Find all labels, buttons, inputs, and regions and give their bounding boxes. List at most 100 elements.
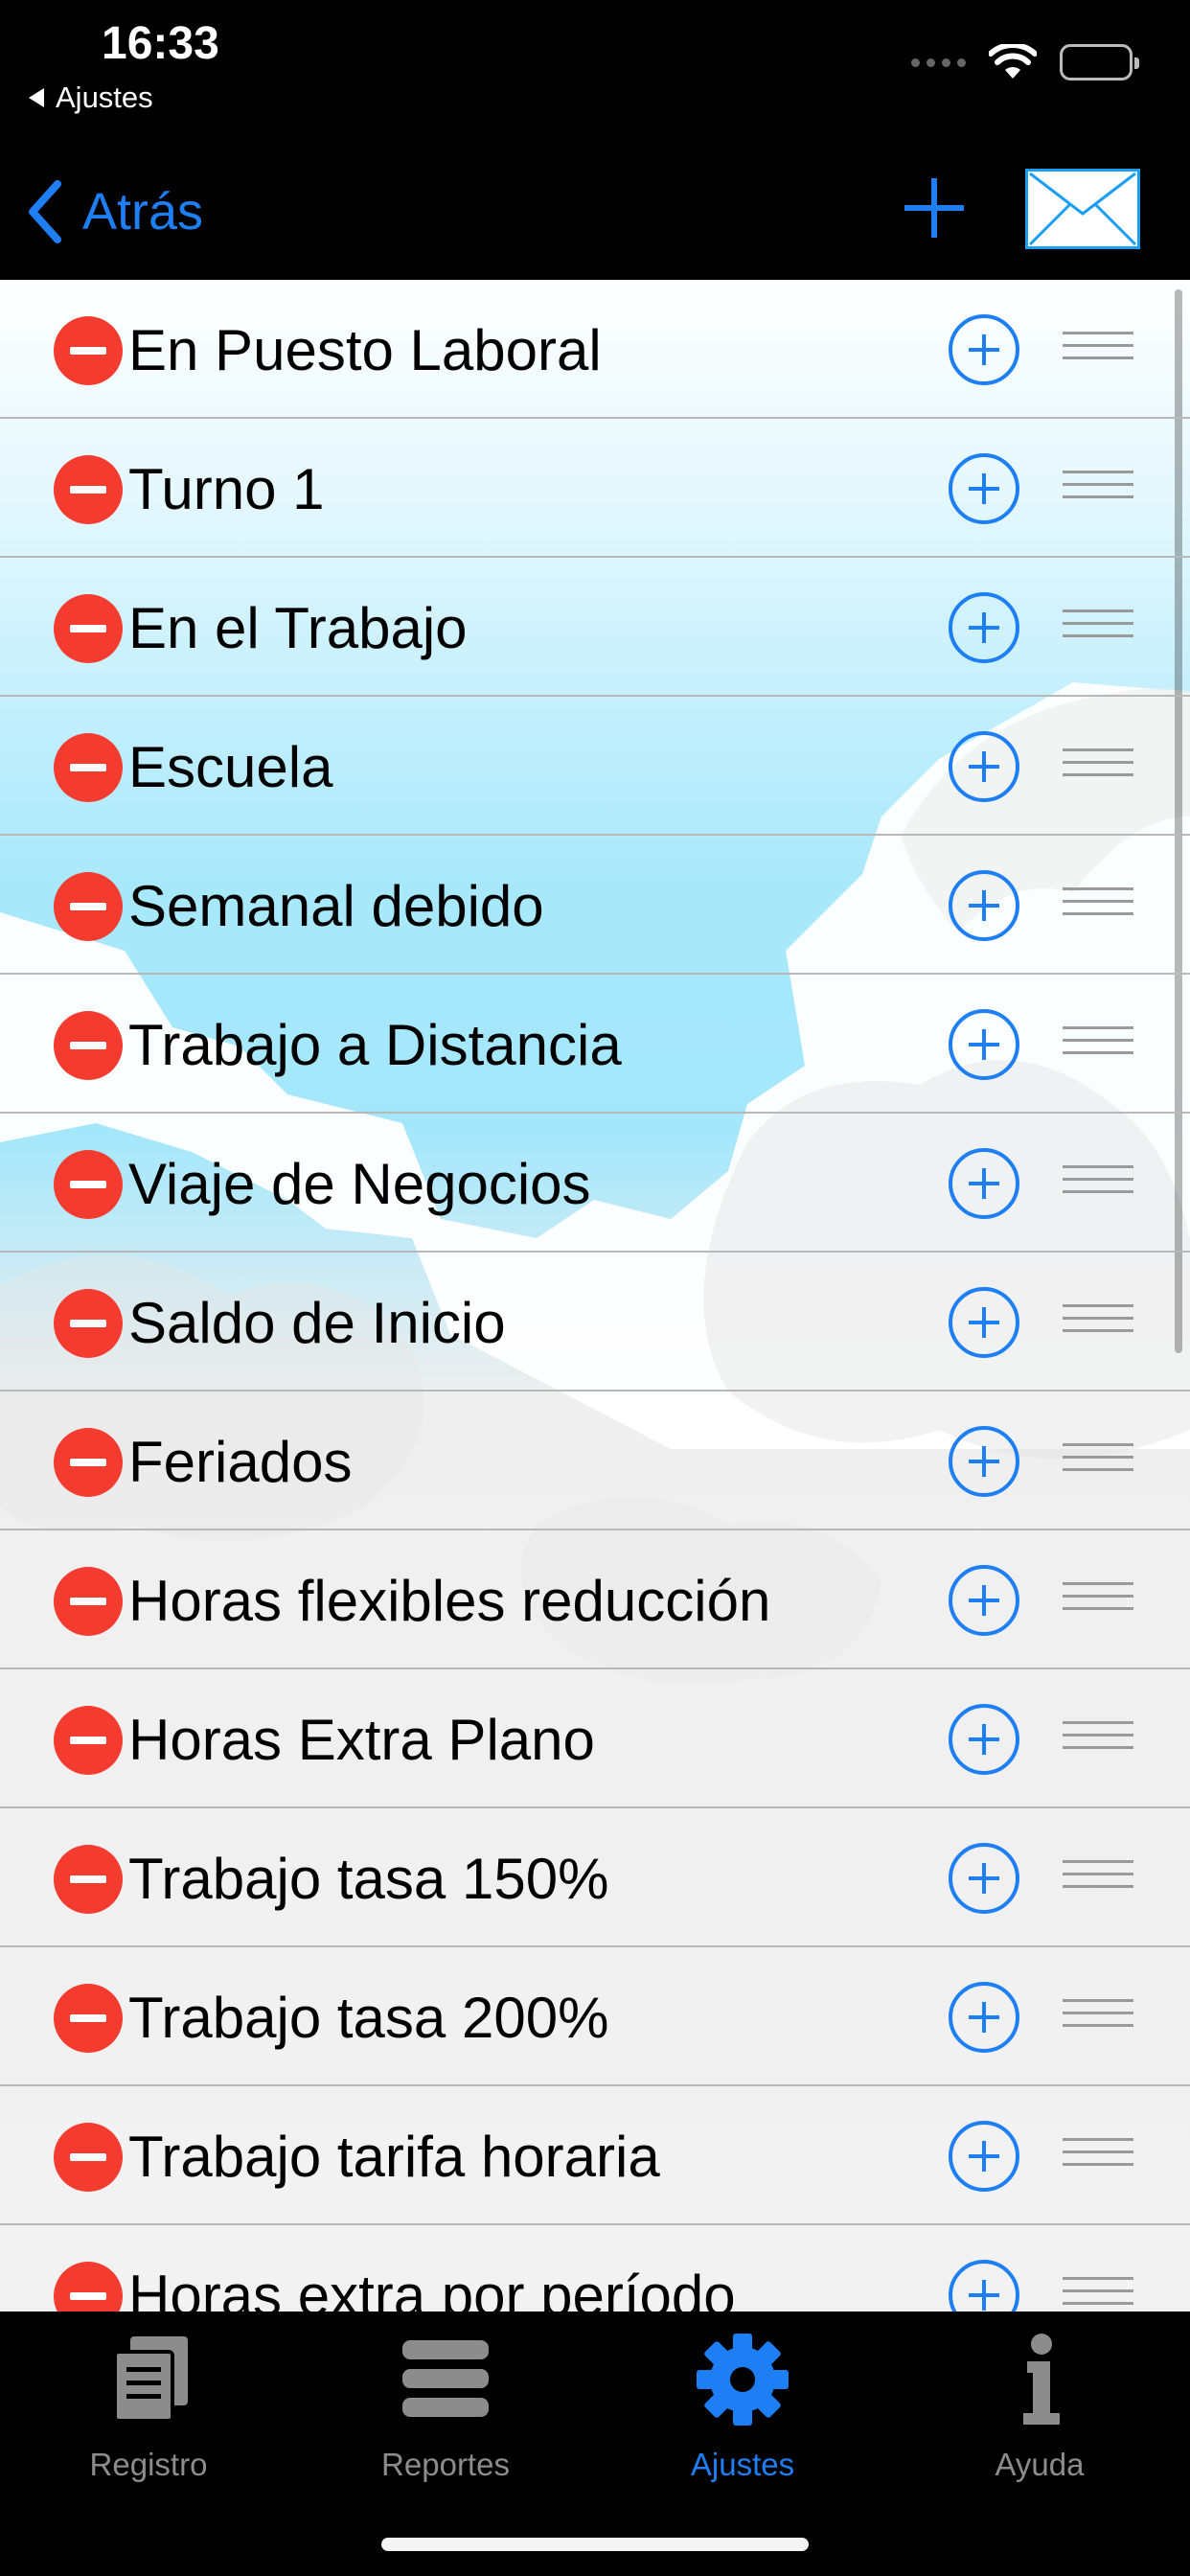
delete-minus-icon[interactable] (54, 1706, 123, 1775)
back-button[interactable]: Atrás (25, 178, 203, 245)
reorder-handle-icon[interactable] (1063, 1304, 1133, 1341)
list-item[interactable]: Turno 1 (0, 419, 1190, 558)
home-indicator[interactable] (381, 2538, 809, 2551)
tab-label: Ajustes (690, 2447, 795, 2482)
status-back-label: Ajustes (56, 80, 153, 114)
delete-minus-icon[interactable] (54, 1845, 123, 1914)
delete-minus-icon[interactable] (54, 872, 123, 941)
add-circle-icon[interactable] (949, 1982, 1019, 2053)
navigation-bar: Atrás (0, 144, 1190, 280)
reorder-handle-icon[interactable] (1063, 1721, 1133, 1758)
reorder-handle-icon[interactable] (1063, 887, 1133, 924)
add-button[interactable] (903, 176, 966, 240)
tab-label: Registro (89, 2447, 208, 2482)
list-item[interactable]: Horas flexibles reducción (0, 1530, 1190, 1669)
add-circle-icon[interactable] (949, 1148, 1019, 1219)
reorder-handle-icon[interactable] (1063, 2138, 1133, 2174)
list-item-label: Viaje de Negocios (128, 1152, 591, 1216)
add-circle-icon[interactable] (949, 1287, 1019, 1358)
tab-registro[interactable]: Registro (0, 2327, 297, 2499)
status-time: 16:33 (102, 18, 219, 69)
email-button[interactable] (1025, 169, 1140, 249)
list-item[interactable]: Viaje de Negocios (0, 1114, 1190, 1253)
delete-minus-icon[interactable] (54, 1428, 123, 1497)
battery-icon (1060, 44, 1139, 80)
add-circle-icon[interactable] (949, 2121, 1019, 2192)
add-circle-icon[interactable] (949, 2260, 1019, 2312)
document-icon (113, 2336, 188, 2423)
tab-bar: Registro Reportes Ajustes Ayuda (0, 2312, 1190, 2576)
list-item-label: Semanal debido (128, 874, 544, 938)
list-item[interactable]: Trabajo tasa 200% (0, 1947, 1190, 2086)
list-item[interactable]: Feriados (0, 1392, 1190, 1530)
list-item[interactable]: Horas extra por período (0, 2225, 1190, 2312)
add-circle-icon[interactable] (949, 1426, 1019, 1497)
add-circle-icon[interactable] (949, 314, 1019, 385)
add-circle-icon[interactable] (949, 1843, 1019, 1914)
add-circle-icon[interactable] (949, 1565, 1019, 1636)
reorder-handle-icon[interactable] (1063, 1026, 1133, 1063)
tab-ajustes[interactable]: Ajustes (594, 2327, 891, 2499)
tab-label: Ayuda (995, 2447, 1085, 2482)
reorder-handle-icon[interactable] (1063, 1999, 1133, 2036)
delete-minus-icon[interactable] (54, 1011, 123, 1080)
tab-reportes[interactable]: Reportes (297, 2327, 594, 2499)
list-item[interactable]: Trabajo a Distancia (0, 975, 1190, 1114)
envelope-icon (1028, 172, 1137, 246)
reorder-handle-icon[interactable] (1063, 471, 1133, 507)
list-item-label: Trabajo a Distancia (128, 1013, 622, 1077)
reorder-handle-icon[interactable] (1063, 610, 1133, 646)
status-icons (911, 44, 1139, 80)
chevron-left-icon (29, 180, 61, 243)
status-back-to-app[interactable]: Ajustes (29, 80, 153, 115)
add-circle-icon[interactable] (949, 731, 1019, 802)
cellular-signal-icon (911, 58, 966, 67)
add-circle-icon[interactable] (949, 870, 1019, 941)
reorder-handle-icon[interactable] (1063, 2277, 1133, 2312)
list-item[interactable]: Escuela (0, 697, 1190, 836)
list-item-label: En Puesto Laboral (128, 318, 602, 382)
delete-minus-icon[interactable] (54, 2123, 123, 2192)
delete-minus-icon[interactable] (54, 316, 123, 385)
list-item[interactable]: En Puesto Laboral (0, 280, 1190, 419)
list-item[interactable]: Trabajo tarifa horaria (0, 2086, 1190, 2225)
delete-minus-icon[interactable] (54, 455, 123, 524)
reorder-handle-icon[interactable] (1063, 1582, 1133, 1619)
list-item-label: Trabajo tasa 200% (128, 1986, 609, 2050)
delete-minus-icon[interactable] (54, 733, 123, 802)
reorder-handle-icon[interactable] (1063, 1165, 1133, 1202)
list-item-label: Trabajo tasa 150% (128, 1847, 609, 1911)
add-circle-icon[interactable] (949, 1009, 1019, 1080)
list-item-label: Horas Extra Plano (128, 1708, 595, 1772)
delete-minus-icon[interactable] (54, 1984, 123, 2053)
list-item-label: Turno 1 (128, 457, 325, 521)
back-button-label: Atrás (82, 183, 204, 241)
list-item[interactable]: Trabajo tasa 150% (0, 1808, 1190, 1947)
reorder-handle-icon[interactable] (1063, 1443, 1133, 1480)
gear-icon (697, 2334, 789, 2426)
list-item-label: Saldo de Inicio (128, 1291, 506, 1355)
delete-minus-icon[interactable] (54, 1289, 123, 1358)
list-item[interactable]: Semanal debido (0, 836, 1190, 975)
list-item[interactable]: Horas Extra Plano (0, 1669, 1190, 1808)
reorder-handle-icon[interactable] (1063, 1860, 1133, 1897)
list-item-label: Feriados (128, 1430, 353, 1494)
delete-minus-icon[interactable] (54, 2262, 123, 2312)
delete-minus-icon[interactable] (54, 1567, 123, 1636)
add-circle-icon[interactable] (949, 1704, 1019, 1775)
reorder-handle-icon[interactable] (1063, 748, 1133, 785)
category-list[interactable]: En Puesto Laboral Turno 1 En el Trabajo … (0, 280, 1190, 2312)
wifi-icon (989, 44, 1037, 79)
add-circle-icon[interactable] (949, 453, 1019, 524)
tab-ayuda[interactable]: Ayuda (891, 2327, 1188, 2499)
delete-minus-icon[interactable] (54, 594, 123, 663)
list-item[interactable]: En el Trabajo (0, 558, 1190, 697)
delete-minus-icon[interactable] (54, 1150, 123, 1219)
list-item-label: En el Trabajo (128, 596, 468, 660)
list-item-label: Horas flexibles reducción (128, 1569, 771, 1633)
reorder-handle-icon[interactable] (1063, 332, 1133, 368)
add-circle-icon[interactable] (949, 592, 1019, 663)
info-icon (1023, 2334, 1060, 2425)
list-item[interactable]: Saldo de Inicio (0, 1253, 1190, 1392)
back-triangle-icon (29, 88, 44, 107)
